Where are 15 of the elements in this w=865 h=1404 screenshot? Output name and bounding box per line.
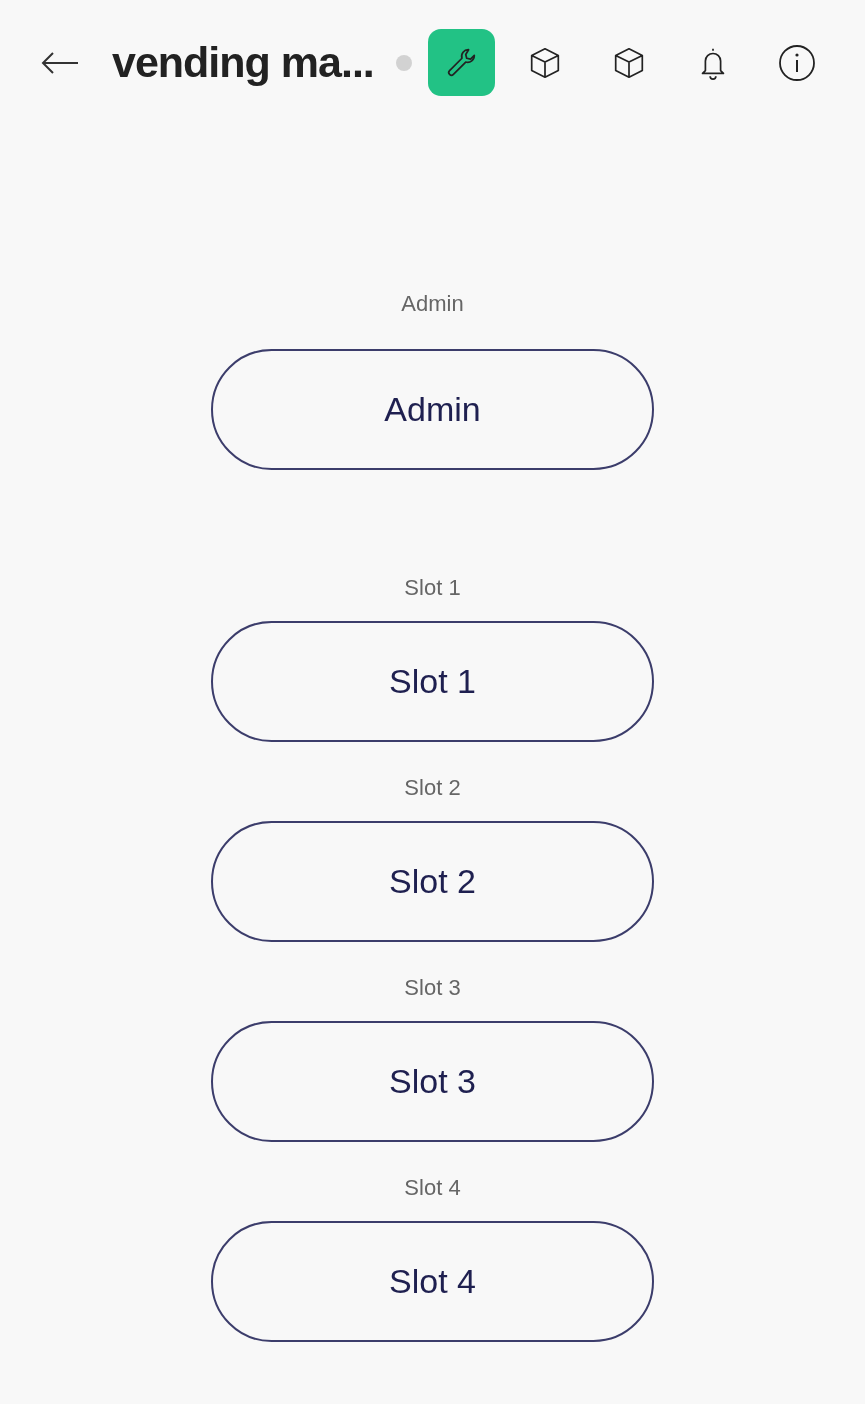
slot-label: Slot 1 bbox=[404, 575, 461, 601]
status-dot-icon bbox=[395, 54, 412, 71]
admin-button[interactable]: Admin bbox=[211, 349, 654, 470]
back-arrow-icon[interactable] bbox=[40, 50, 80, 75]
slot-label: Slot 4 bbox=[404, 1175, 461, 1201]
slot-button[interactable]: Slot 2 bbox=[211, 821, 654, 942]
wrench-button[interactable] bbox=[427, 29, 495, 96]
slot-button[interactable]: Slot 1 bbox=[211, 621, 654, 742]
section-label: Admin bbox=[401, 291, 464, 317]
slot-label: Slot 2 bbox=[404, 775, 461, 801]
slot-button[interactable]: Slot 3 bbox=[211, 1021, 654, 1142]
slot-label: Slot 3 bbox=[404, 975, 461, 1001]
info-icon bbox=[777, 42, 818, 83]
page-title: vending ma... bbox=[112, 38, 374, 87]
slot-button[interactable]: Slot 4 bbox=[211, 1221, 654, 1342]
